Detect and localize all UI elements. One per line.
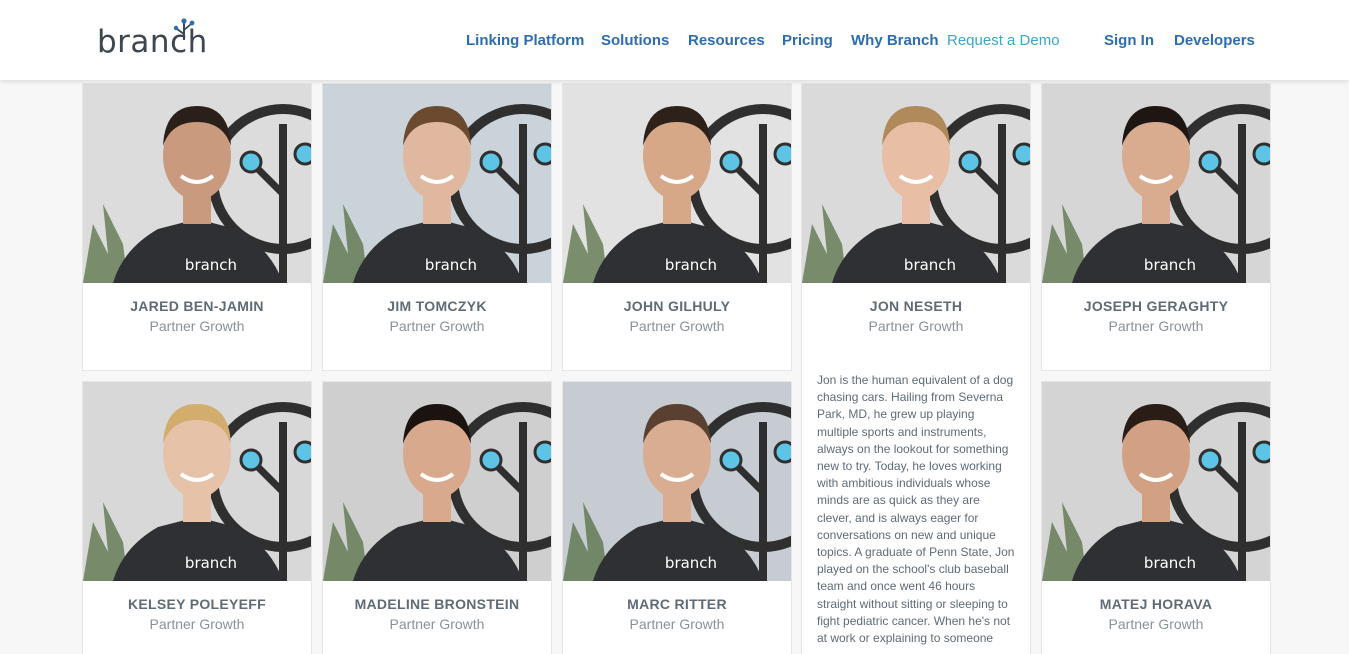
- shirt-logo-text: branch: [1144, 256, 1196, 274]
- member-role: Partner Growth: [149, 318, 245, 334]
- shirt-logo-text: branch: [665, 256, 717, 274]
- shirt-logo-text: branch: [185, 554, 237, 572]
- member-name: JARED BEN-JAMIN: [130, 298, 264, 314]
- member-name: JON NESETH: [869, 298, 963, 314]
- member-name: MADELINE BRONSTEIN: [354, 596, 520, 612]
- nav-why-branch[interactable]: Why Branch: [851, 31, 939, 51]
- member-name: MATEJ HORAVA: [1099, 596, 1213, 612]
- member-photo: branch: [1042, 382, 1270, 581]
- member-photo: branch: [802, 84, 1030, 283]
- team-member-card[interactable]: branch MATEJ HORAVA Partner Growth: [1041, 381, 1271, 654]
- member-photo: branch: [1042, 84, 1270, 283]
- member-name: KELSEY POLEYEFF: [127, 596, 267, 612]
- shirt-logo-text: branch: [425, 256, 477, 274]
- nav-linking-platform[interactable]: Linking Platform: [466, 31, 584, 51]
- member-role: Partner Growth: [1108, 616, 1204, 632]
- member-role: Partner Growth: [149, 616, 245, 632]
- team-member-card[interactable]: branch JIM TOMCZYK Partner Growth: [322, 83, 552, 371]
- nav-resources[interactable]: Resources: [688, 31, 765, 51]
- member-photo: branch: [323, 84, 551, 283]
- member-role: Partner Growth: [868, 318, 964, 334]
- team-member-card[interactable]: branch JOHN GILHULY Partner Growth: [562, 83, 792, 371]
- site-header: branch Linking Platform Solutions Resour…: [0, 0, 1349, 80]
- member-name: JOSEPH GERAGHTY: [1083, 298, 1229, 314]
- member-name: JIM TOMCZYK: [387, 298, 487, 314]
- team-member-card[interactable]: branch KELSEY POLEYEFF Partner Growth: [82, 381, 312, 654]
- team-member-card[interactable]: MADELINE BRONSTEIN Partner Growth: [322, 381, 552, 654]
- member-photo: branch: [563, 382, 791, 581]
- member-name: MARC RITTER: [627, 596, 727, 612]
- nav-pricing[interactable]: Pricing: [782, 31, 833, 51]
- nav-request-demo[interactable]: Request a Demo: [947, 31, 1060, 51]
- team-member-card[interactable]: branch JOSEPH GERAGHTY Partner Growth: [1041, 83, 1271, 371]
- member-photo: [323, 382, 551, 581]
- member-bio: Jon is the human equivalent of a dog cha…: [817, 373, 1015, 646]
- member-photo: branch: [83, 84, 311, 283]
- member-role: Partner Growth: [629, 616, 725, 632]
- nav-solutions[interactable]: Solutions: [601, 31, 669, 51]
- shirt-logo-text: branch: [904, 256, 956, 274]
- shirt-logo-text: branch: [665, 554, 717, 572]
- shirt-logo-text: branch: [185, 256, 237, 274]
- main-nav: Linking Platform Solutions Resources Pri…: [0, 31, 1349, 53]
- member-role: Partner Growth: [1108, 318, 1204, 334]
- team-member-card[interactable]: branch MARC RITTER Partner Growth: [562, 381, 792, 654]
- member-name: JOHN GILHULY: [623, 298, 731, 314]
- nav-developers[interactable]: Developers: [1174, 31, 1255, 51]
- team-member-card[interactable]: branch JARED BEN-JAMIN Partner Growth: [82, 83, 312, 371]
- member-photo: branch: [563, 84, 791, 283]
- member-role: Partner Growth: [389, 616, 485, 632]
- member-photo: branch: [83, 382, 311, 581]
- member-role: Partner Growth: [629, 318, 725, 334]
- shirt-logo-text: branch: [1144, 554, 1196, 572]
- member-role: Partner Growth: [389, 318, 485, 334]
- nav-sign-in[interactable]: Sign In: [1104, 31, 1154, 51]
- team-member-card[interactable]: branch JON NESETH Partner Growth Jon is the…: [801, 83, 1031, 654]
